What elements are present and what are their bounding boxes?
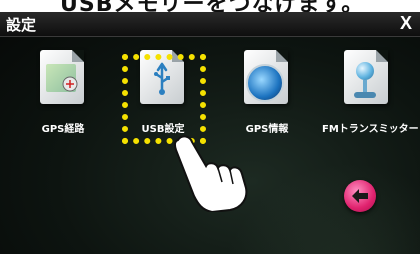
title-bar: 設定 X xyxy=(0,12,420,37)
device-screen: 設定 X GPS経路 USB設定 GPS情報 FMトランスミッター xyxy=(0,12,420,254)
back-button[interactable] xyxy=(344,180,376,212)
gps-route-item[interactable]: GPS経路 xyxy=(18,42,108,142)
hand-pointer-icon xyxy=(173,135,248,212)
window-title: 設定 xyxy=(6,16,37,34)
fm-transmitter-label: FMトランスミッター xyxy=(322,124,419,135)
fm-transmitter-icon xyxy=(344,50,388,104)
back-arrow-icon xyxy=(352,189,368,203)
gps-info-item[interactable]: GPS情報 xyxy=(222,42,312,142)
gps-route-label: GPS経路 xyxy=(41,124,85,135)
screenshot-frame: USBメモリーをつなげます。 設定 X GPS経路 USB設定 GPS情報 FM… xyxy=(0,0,420,254)
usb-highlight-box xyxy=(122,54,206,144)
gps-info-icon xyxy=(244,50,288,104)
fm-transmitter-item[interactable]: FMトランスミッター xyxy=(322,42,419,142)
close-button[interactable]: X xyxy=(400,13,412,34)
gps-route-icon xyxy=(40,50,84,104)
